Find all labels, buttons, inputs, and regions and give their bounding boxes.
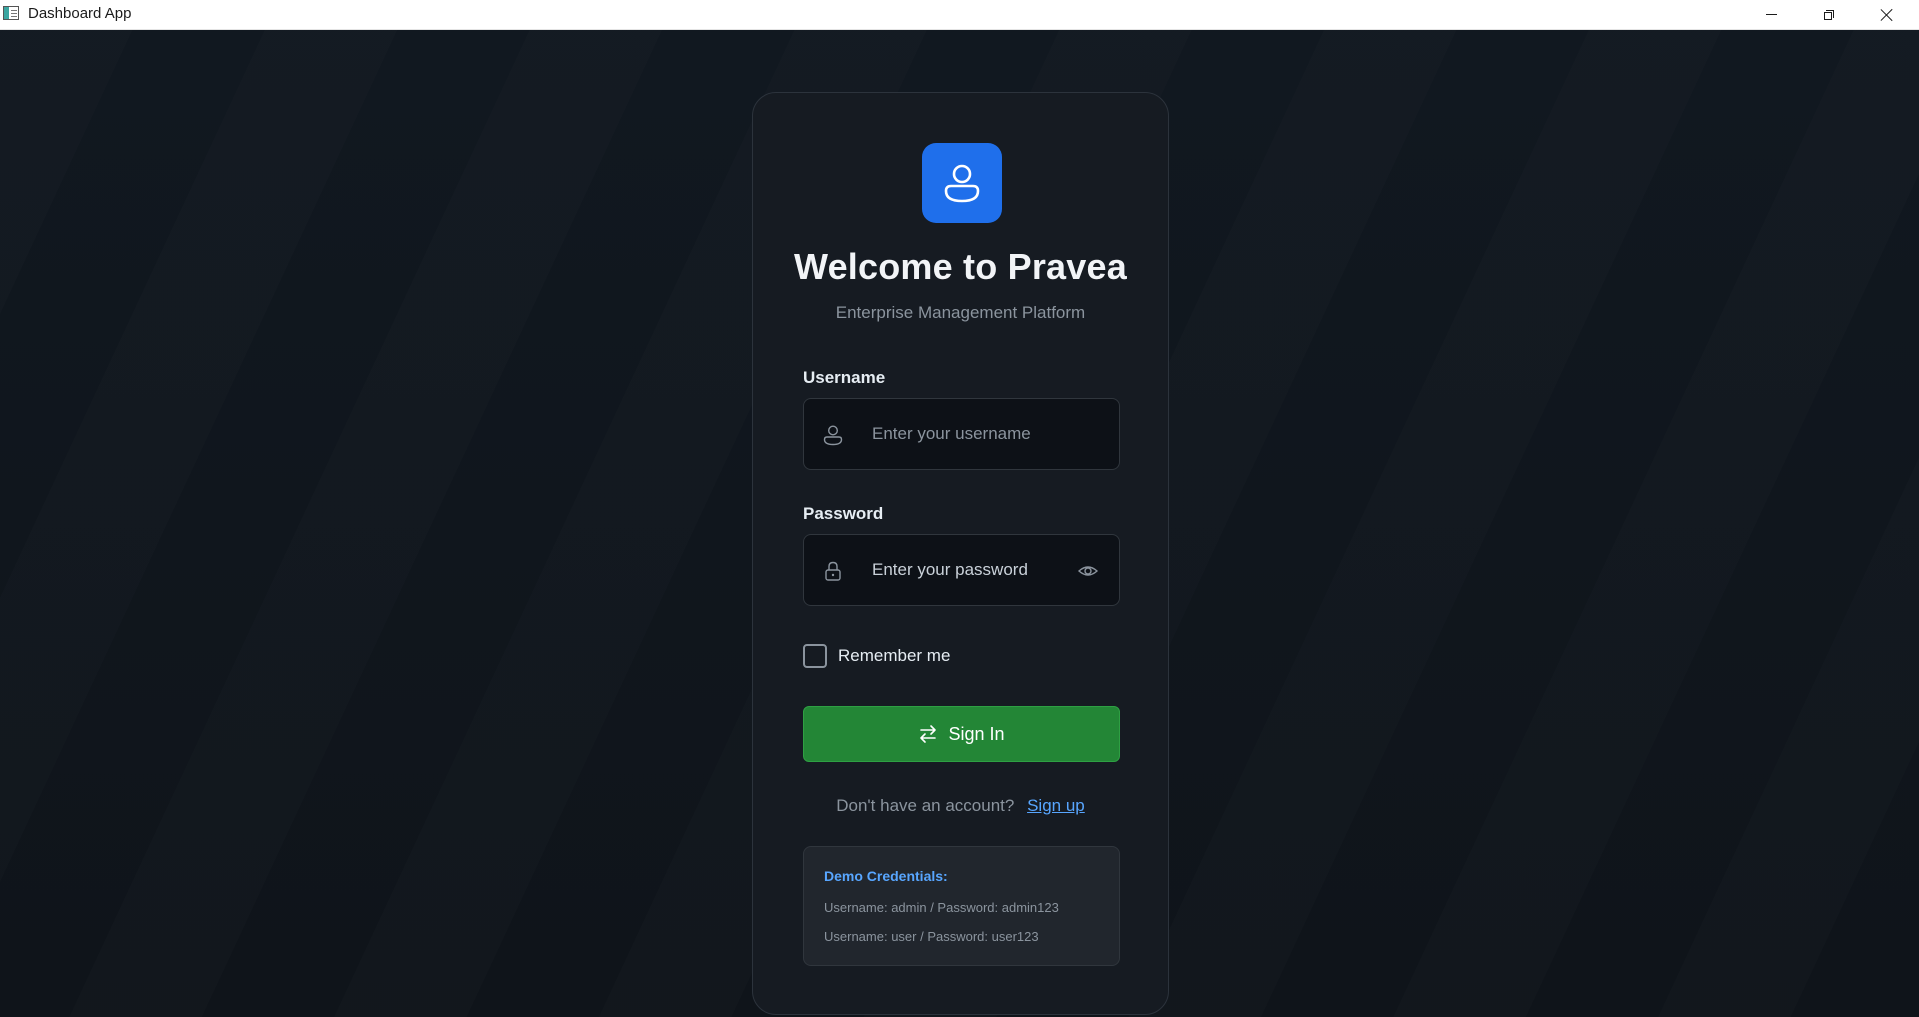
signup-link[interactable]: Sign up xyxy=(1027,796,1085,815)
window-titlebar: Dashboard App xyxy=(0,0,1919,30)
page-subtitle: Enterprise Management Platform xyxy=(835,303,1086,322)
sign-in-button[interactable]: Sign In xyxy=(803,706,1120,762)
demo-credentials-line: Username: admin / Password: admin123 xyxy=(824,900,1059,915)
sign-in-label: Sign In xyxy=(948,723,1005,744)
eye-icon[interactable] xyxy=(1077,560,1099,582)
lock-icon xyxy=(825,561,841,581)
remember-me[interactable]: Remember me xyxy=(803,644,950,668)
window-title: Dashboard App xyxy=(28,5,132,22)
minimize-icon xyxy=(1765,14,1777,15)
app-icon xyxy=(3,6,19,20)
password-input[interactable] xyxy=(872,555,1072,585)
signup-row: Don't have an account? Sign up xyxy=(753,796,1168,816)
close-icon xyxy=(1880,8,1894,22)
demo-credentials-line: Username: user / Password: user123 xyxy=(824,929,1039,944)
arrows-exchange-icon xyxy=(920,725,937,743)
remember-me-checkbox[interactable] xyxy=(803,644,827,668)
signup-prompt: Don't have an account? xyxy=(836,796,1015,815)
app-background: Welcome to Pravea Enterprise Management … xyxy=(0,30,1919,1017)
demo-credentials-box: Demo Credentials: Username: admin / Pass… xyxy=(803,846,1120,966)
username-label: Username xyxy=(803,368,886,387)
restore-button[interactable] xyxy=(1806,0,1852,29)
demo-credentials-title: Demo Credentials: xyxy=(824,868,948,884)
login-card: Welcome to Pravea Enterprise Management … xyxy=(752,92,1169,1015)
page-title: Welcome to Pravea xyxy=(794,246,1127,287)
password-label: Password xyxy=(803,504,884,523)
restore-icon xyxy=(1824,9,1834,20)
remember-me-label[interactable]: Remember me xyxy=(838,646,950,666)
password-field-box[interactable] xyxy=(803,534,1120,606)
minimize-button[interactable] xyxy=(1748,0,1794,29)
close-button[interactable] xyxy=(1864,0,1910,29)
user-icon xyxy=(823,425,843,446)
user-icon xyxy=(944,164,980,203)
logo xyxy=(922,143,1002,223)
username-input[interactable] xyxy=(872,419,1072,449)
username-field-box[interactable] xyxy=(803,398,1120,470)
